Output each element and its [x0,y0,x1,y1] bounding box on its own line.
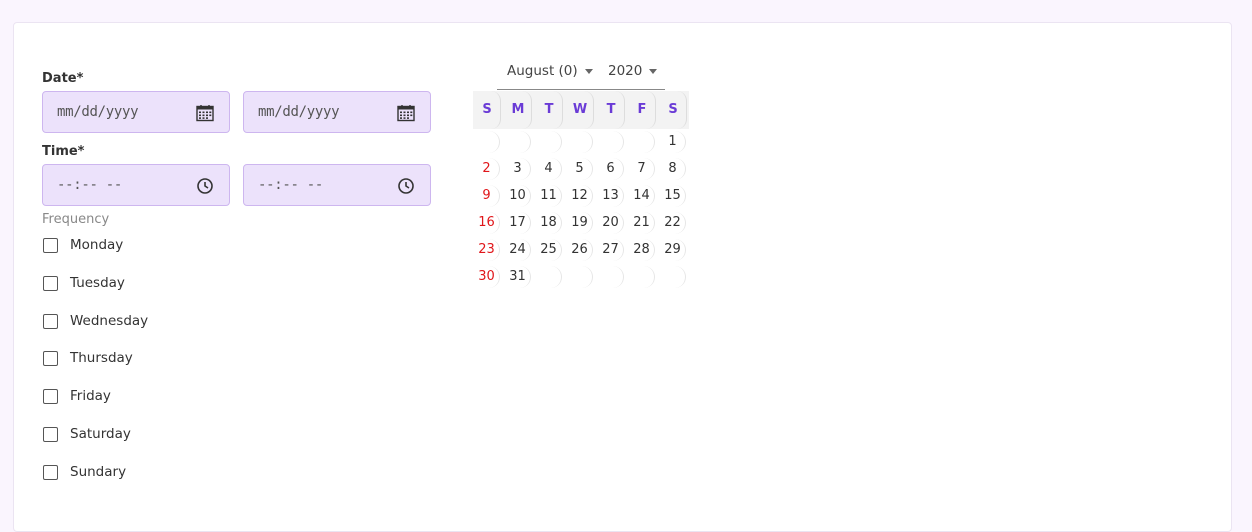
calendar-day[interactable]: 17 [505,212,531,234]
time-label: Time* [42,144,85,159]
calendar-day[interactable]: 29 [660,239,686,261]
calendar-day[interactable]: 16 [474,212,500,234]
checkbox[interactable] [43,465,58,480]
checkbox[interactable] [43,238,58,253]
checkbox[interactable] [43,351,58,366]
calendar-day[interactable]: 8 [660,158,686,180]
weekday-sun: S [474,91,501,129]
end-date-placeholder: mm/dd/yyyy [258,104,340,120]
calendar-day[interactable]: 9 [474,185,500,207]
calendar-empty-cell [474,131,500,153]
checkbox-label: Friday [70,388,111,404]
calendar-empty-cell [536,266,562,288]
start-date-placeholder: mm/dd/yyyy [57,104,139,120]
year-select[interactable]: 2020 [608,63,658,79]
weekday-tue: T [536,91,563,129]
calendar-day[interactable]: 28 [629,239,655,261]
checkbox[interactable] [43,389,58,404]
calendar-day[interactable]: 31 [505,266,531,288]
weekday-wed: W [567,91,594,129]
chevron-down-icon [649,68,658,74]
calendar-day[interactable]: 14 [629,185,655,207]
date-label: Date* [42,71,84,86]
start-time-placeholder: --:-- -- [57,177,123,193]
frequency-label: Frequency [42,212,110,227]
calendar-day[interactable]: 24 [505,239,531,261]
calendar-day[interactable]: 13 [598,185,624,207]
calendar-day[interactable]: 25 [536,239,562,261]
calendar-empty-cell [598,131,624,153]
year-select-value: 2020 [608,63,643,79]
month-select-value: August (0) [507,63,578,79]
calendar-empty-cell [536,131,562,153]
calendar-day[interactable]: 5 [567,158,593,180]
calendar-day[interactable]: 7 [629,158,655,180]
checkbox[interactable] [43,314,58,329]
calendar-day[interactable]: 27 [598,239,624,261]
weekday-mon: M [505,91,532,129]
calendar-day[interactable]: 11 [536,185,562,207]
calendar-empty-cell [567,131,593,153]
calendar-empty-cell [598,266,624,288]
calendar-day[interactable]: 6 [598,158,624,180]
checkbox[interactable] [43,276,58,291]
calendar-empty-cell [505,131,531,153]
calendar-day[interactable]: 19 [567,212,593,234]
month-select[interactable]: August (0) [507,63,593,79]
checkbox[interactable] [43,427,58,442]
weekday-thu: T [598,91,625,129]
chevron-down-icon [584,68,593,74]
checkbox-label: Saturday [70,426,131,442]
calendar-day[interactable]: 12 [567,185,593,207]
calendar-empty-cell [629,131,655,153]
calendar-day[interactable]: 26 [567,239,593,261]
calendar-day[interactable]: 15 [660,185,686,207]
calendar-day[interactable]: 20 [598,212,624,234]
calendar-icon[interactable] [396,103,416,123]
checkbox-label: Monday [70,237,124,253]
checkbox-label: Thursday [70,350,133,366]
calendar-day[interactable]: 3 [505,158,531,180]
clock-icon[interactable] [396,176,416,196]
calendar-icon[interactable] [195,103,215,123]
calendar-header-divider [497,89,665,90]
end-time-input[interactable]: --:-- -- [243,164,431,206]
calendar-day[interactable]: 10 [505,185,531,207]
calendar-day[interactable]: 2 [474,158,500,180]
calendar-day[interactable]: 22 [660,212,686,234]
weekday-header: S M T W T F S [473,91,689,129]
weekday-fri: F [629,91,656,129]
weekday-sat: S [660,91,687,129]
calendar-day[interactable]: 18 [536,212,562,234]
start-time-input[interactable]: --:-- -- [42,164,230,206]
checkbox-label: Sundary [70,464,127,480]
checkbox-label: Wednesday [70,313,149,329]
calendar-day[interactable]: 4 [536,158,562,180]
calendar-day[interactable]: 1 [660,131,686,153]
calendar-day[interactable]: 23 [474,239,500,261]
clock-icon[interactable] [195,176,215,196]
calendar-day[interactable]: 21 [629,212,655,234]
calendar-empty-cell [660,266,686,288]
end-date-input[interactable]: mm/dd/yyyy [243,91,431,133]
checkbox-label: Tuesday [70,275,125,291]
calendar-day[interactable]: 30 [474,266,500,288]
calendar-empty-cell [567,266,593,288]
calendar-empty-cell [629,266,655,288]
end-time-placeholder: --:-- -- [258,177,324,193]
start-date-input[interactable]: mm/dd/yyyy [42,91,230,133]
